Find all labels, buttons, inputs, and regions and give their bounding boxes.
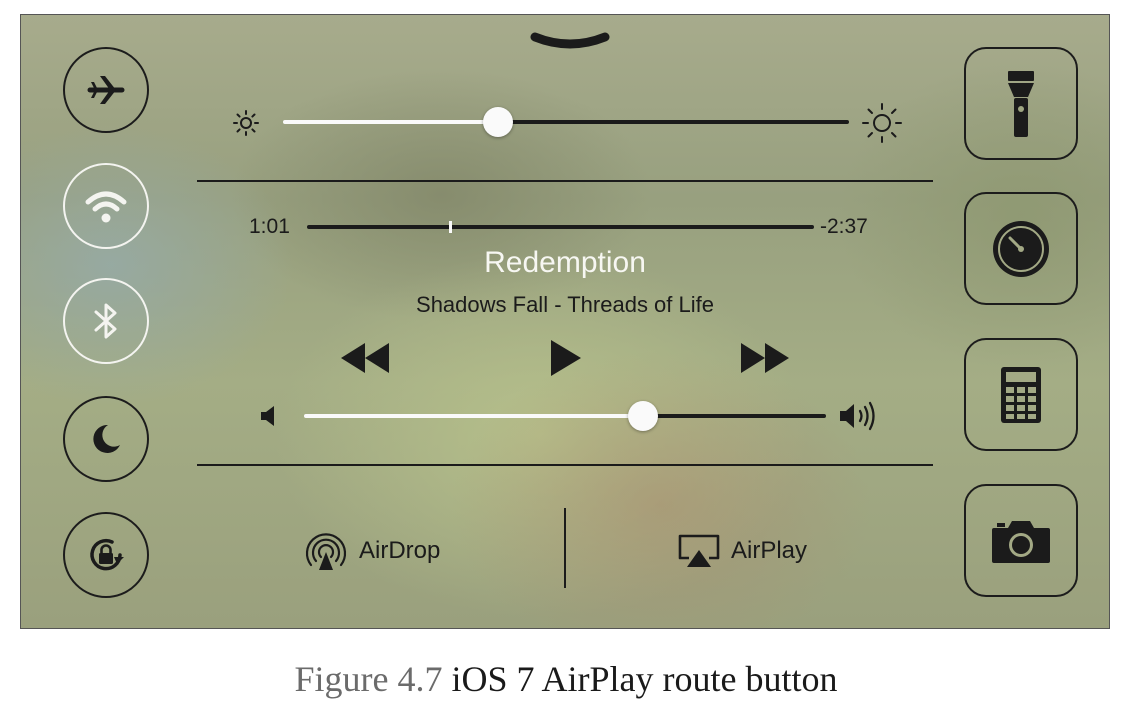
volume-thumb[interactable] [628,401,658,431]
moon-icon [93,424,120,453]
bluetooth-toggle[interactable] [63,278,149,364]
brightness-slider[interactable] [283,107,849,137]
artist-album: Shadows Fall - Threads of Life [416,292,714,317]
volume-high-icon [840,401,875,431]
figure-caption: Figure 4.7 iOS 7 AirPlay route button [0,658,1132,700]
volume-low-icon [261,406,274,426]
play-button[interactable] [547,337,585,379]
fast-forward-icon [741,343,789,373]
airplay-label: AirPlay [731,537,808,564]
volume-slider[interactable] [304,401,826,431]
flashlight-button[interactable] [964,47,1078,160]
airdrop-icon [305,533,347,570]
airplay-route-button[interactable]: AirPlay [677,529,807,573]
scrubber-playhead[interactable] [449,221,452,233]
brightness-low-icon [233,110,259,136]
timer-button[interactable] [964,192,1078,305]
volume-fill [304,414,643,418]
rotation-lock-icon [90,538,124,571]
airdrop-airplay-separator [564,508,566,588]
brightness-fill [283,120,498,124]
rewind-button[interactable] [337,339,393,377]
grabber-handle[interactable] [529,29,611,55]
rotation-lock-toggle[interactable] [63,512,149,598]
playback-scrubber[interactable] [307,221,814,233]
timer-icon [993,220,1049,277]
wifi-toggle[interactable] [63,163,149,249]
calculator-button[interactable] [964,338,1078,451]
brightness-thumb[interactable] [483,107,513,137]
control-center-screenshot: 1:01 -2:37 Redemption Shadows Fall - Thr… [20,14,1110,629]
caption-text: iOS 7 AirPlay route button [451,659,838,699]
elapsed-time: 1:01 [249,215,290,238]
airdrop-label: AirDrop [359,537,441,564]
play-icon [551,340,581,376]
camera-icon [992,520,1050,563]
divider-top [197,180,933,182]
airplane-icon [87,76,125,104]
track-title: Redemption [484,246,646,279]
scrubber-track [307,225,814,229]
calculator-icon [1001,366,1041,423]
volume-track [643,414,826,418]
airplane-mode-toggle[interactable] [63,47,149,133]
divider-bottom [197,464,933,466]
figure-number: Figure 4.7 [294,659,443,699]
camera-button[interactable] [964,484,1078,597]
brightness-track [498,120,849,124]
rewind-icon [341,343,389,373]
airdrop-button[interactable]: AirDrop [303,529,440,573]
wifi-icon [85,191,127,223]
do-not-disturb-toggle[interactable] [63,396,149,482]
flashlight-icon [1008,70,1034,137]
remaining-time: -2:37 [820,215,868,238]
brightness-high-icon [862,103,902,143]
fast-forward-button[interactable] [737,339,793,377]
airplay-icon [678,534,720,567]
